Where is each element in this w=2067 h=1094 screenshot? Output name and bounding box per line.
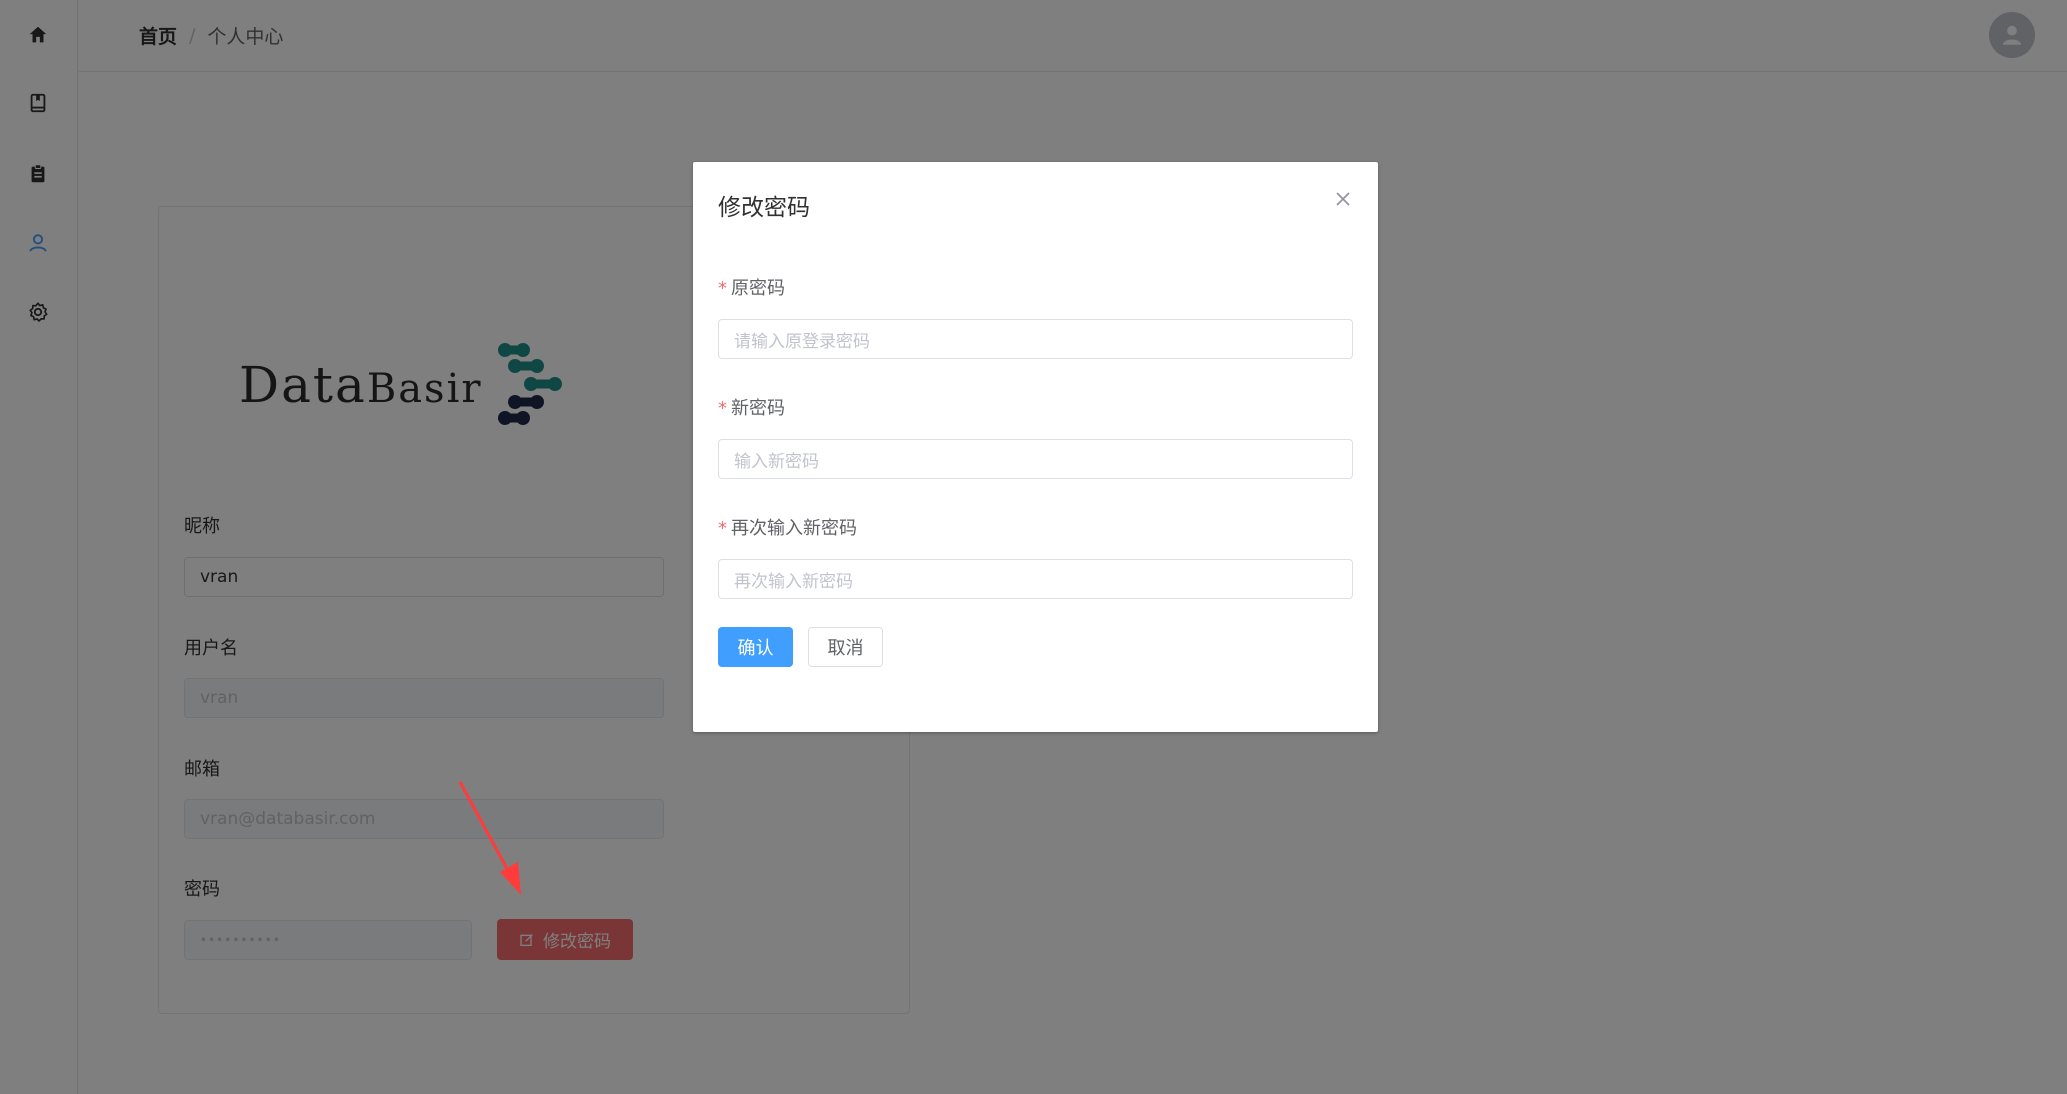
new-password-input[interactable]: 输入新密码 bbox=[718, 439, 1353, 479]
confirm-password-input[interactable]: 再次输入新密码 bbox=[718, 559, 1353, 599]
dialog-title: 修改密码 bbox=[718, 195, 810, 221]
confirm-password-label: * 再次输入新密码 bbox=[718, 518, 857, 539]
confirm-button[interactable]: 确认 bbox=[718, 627, 793, 667]
change-password-dialog: 修改密码 * 原密码 请输入原登录密码 * 新密码 输入新密码 * 再次输入新密码 再… bbox=[693, 162, 1378, 732]
close-icon[interactable] bbox=[1332, 188, 1354, 210]
old-password-label: * 原密码 bbox=[718, 278, 785, 299]
cancel-button[interactable]: 取消 bbox=[808, 627, 883, 667]
new-password-label: * 新密码 bbox=[718, 398, 785, 419]
old-password-input[interactable]: 请输入原登录密码 bbox=[718, 319, 1353, 359]
